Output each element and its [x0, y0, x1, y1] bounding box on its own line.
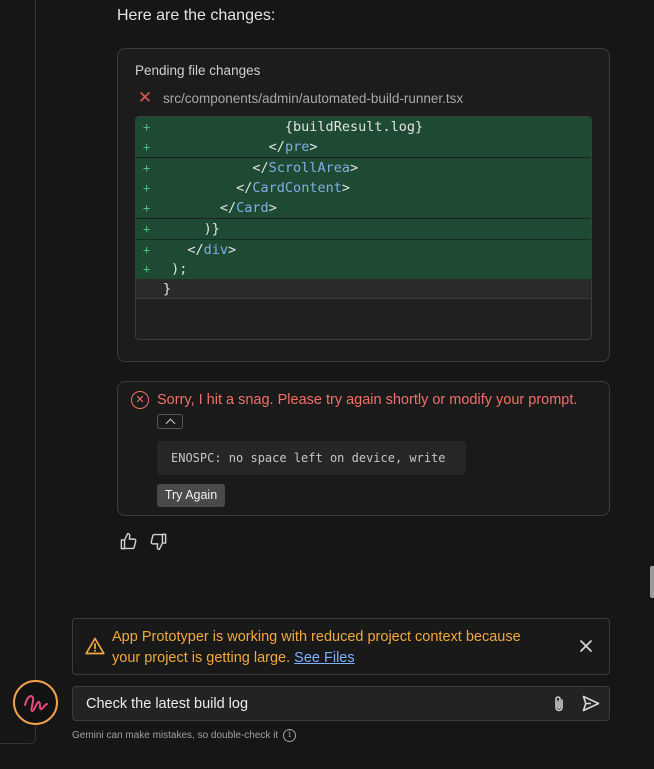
diff-tag-name: CardContent	[252, 179, 342, 196]
pending-changes-card: Pending file changes ✕ src/components/ad…	[117, 48, 610, 362]
diff-sign: +	[143, 201, 151, 216]
paperclip-icon[interactable]	[552, 695, 566, 713]
diff-added-line: + </pre>	[136, 137, 591, 158]
send-icon[interactable]	[582, 695, 600, 712]
diff-added-line: + </CardContent>	[136, 177, 591, 198]
diff-text: }	[163, 281, 172, 298]
diff-indent	[163, 200, 220, 216]
file-path[interactable]: src/components/admin/automated-build-run…	[163, 91, 463, 106]
diff-sign: +	[143, 221, 151, 236]
diff-indent	[163, 139, 269, 155]
diff-tag-open: </	[268, 139, 285, 156]
diff-code: </pre>	[163, 137, 318, 157]
diff-indent	[163, 160, 252, 176]
prompt-box	[72, 686, 610, 721]
collapse-details-button[interactable]	[157, 414, 183, 429]
diff-text: )}	[203, 220, 220, 237]
diff-sign: +	[143, 120, 151, 134]
info-icon[interactable]: i	[283, 729, 297, 742]
diff-sign: +	[143, 180, 151, 195]
close-icon[interactable]: ✕	[136, 89, 154, 107]
diff-tag-name: pre	[284, 139, 310, 156]
scrollbar-thumb[interactable]	[650, 566, 654, 598]
diff-indent	[163, 242, 187, 258]
see-files-link[interactable]: See Files	[294, 650, 354, 666]
diff-tag-name: Card	[236, 200, 269, 217]
diff-code: </CardContent>	[163, 178, 350, 198]
diff-indent	[163, 261, 171, 277]
diff-code: {buildResult.log}	[163, 117, 423, 137]
context-warning-banner: App Prototyper is working with reduced p…	[72, 618, 610, 675]
file-entry: ✕ src/components/admin/automated-build-r…	[136, 89, 463, 107]
thumbs-up-icon[interactable]	[119, 532, 138, 551]
error-detail: ENOSPC: no space left on device, write	[157, 441, 466, 475]
prompt-input[interactable]	[86, 687, 526, 720]
diff-sign: +	[143, 262, 151, 277]
diff-added-line: + {buildResult.log}	[136, 117, 591, 137]
diff-added-line: + )}	[136, 218, 591, 239]
diff-added-line: + </ScrollArea>	[136, 157, 591, 178]
gemini-avatar	[13, 680, 58, 725]
diff-sign: +	[143, 242, 151, 257]
diff-tag-close: >	[228, 241, 237, 258]
error-message: Sorry, I hit a snag. Please try again sh…	[157, 392, 578, 408]
diff-added-line: + );	[136, 259, 591, 280]
diff-tag-open: </	[219, 200, 237, 217]
diff-sign: +	[143, 140, 151, 155]
diff-added-line: + </div>	[136, 238, 591, 260]
diff-tag-close: >	[349, 159, 359, 176]
diff-indent	[163, 180, 236, 196]
thumbs-down-icon[interactable]	[149, 532, 168, 551]
diff-tag-close: >	[341, 179, 350, 196]
diff-tag-name: div	[203, 241, 229, 258]
error-card: ✕ Sorry, I hit a snag. Please try again …	[117, 381, 610, 516]
diff-tag-open: </	[252, 159, 269, 176]
diff-tag-close: >	[309, 139, 318, 156]
diff-code: </div>	[163, 240, 236, 260]
diff-code: )}	[163, 219, 220, 239]
diff-text: {buildResult.log}	[284, 119, 424, 135]
diff-sign: +	[143, 160, 151, 175]
diff-code: }	[163, 279, 171, 299]
chevron-up-icon	[165, 418, 175, 429]
left-rail	[0, 0, 36, 744]
diff-context-line: }	[136, 279, 591, 300]
diff-added-line: + </Card>	[136, 198, 591, 219]
warning-triangle-icon	[85, 637, 105, 655]
diff-code: </ScrollArea>	[163, 158, 358, 178]
diff-tag-name: ScrollArea	[268, 159, 350, 176]
disclaimer: Gemini can make mistakes, so double-chec…	[72, 729, 297, 742]
pending-changes-title: Pending file changes	[135, 63, 261, 78]
diff-code: </Card>	[163, 198, 277, 218]
error-circle-x-icon: ✕	[131, 391, 149, 409]
warning-text: App Prototyper is working with reduced p…	[112, 627, 552, 668]
diff-indent	[163, 119, 285, 135]
assistant-intro-text: Here are the changes:	[117, 7, 276, 24]
disclaimer-text: Gemini can make mistakes, so double-chec…	[72, 730, 279, 741]
diff-text: );	[171, 261, 188, 278]
try-again-button[interactable]: Try Again	[157, 484, 225, 507]
diff-indent	[163, 221, 204, 237]
diff-tag-close: >	[268, 200, 277, 217]
diff-tag-open: </	[187, 241, 204, 258]
diff-code: );	[163, 259, 187, 279]
code-diff-view: + {buildResult.log} + </pre> + </ScrollAre…	[135, 116, 592, 340]
diff-tag-open: </	[236, 179, 253, 196]
dismiss-close-icon[interactable]	[578, 638, 594, 654]
